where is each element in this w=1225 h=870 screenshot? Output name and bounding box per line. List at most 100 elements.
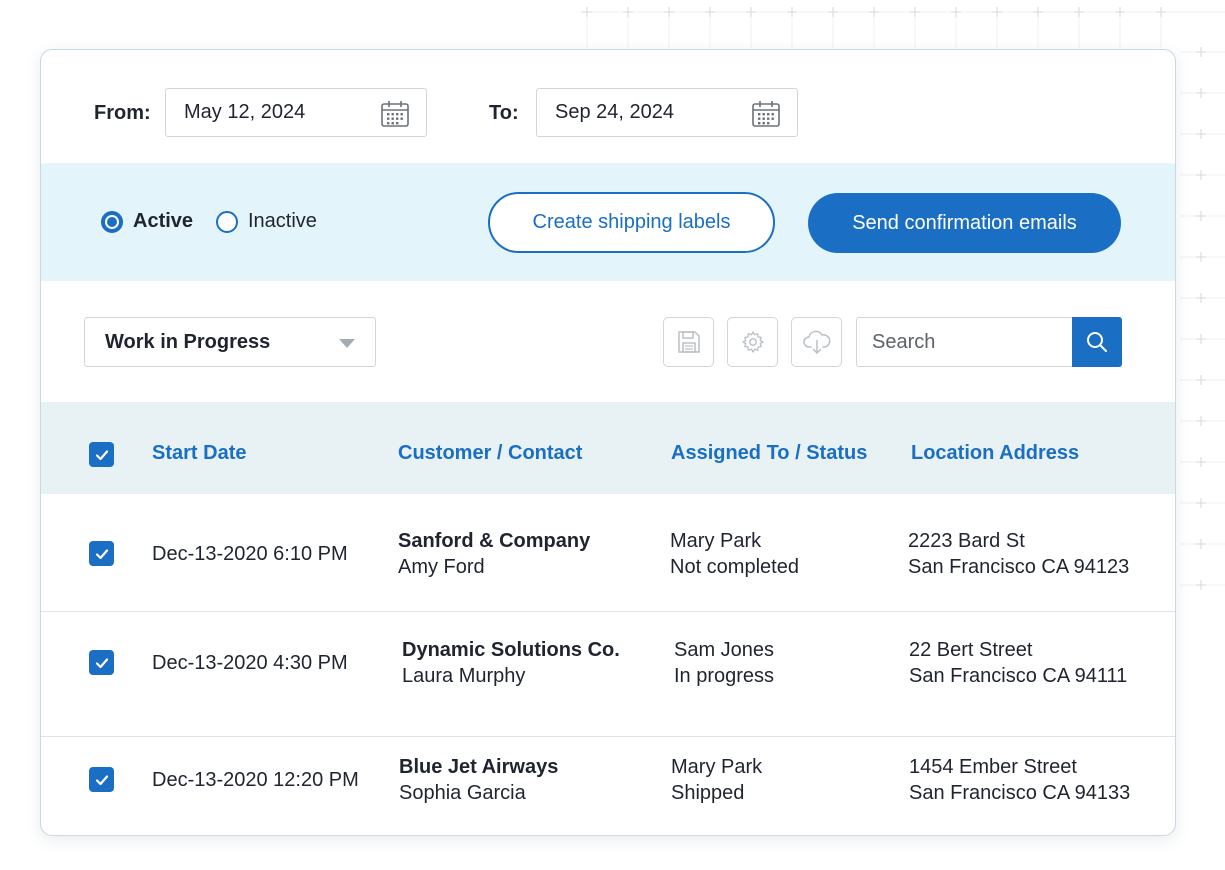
- download-button[interactable]: [791, 317, 842, 367]
- address-line1: 2223 Bard St: [908, 530, 1025, 552]
- row-checkbox[interactable]: [89, 767, 114, 792]
- from-date-field[interactable]: May 12, 2024: [165, 88, 427, 137]
- to-date-field[interactable]: Sep 24, 2024: [536, 88, 798, 137]
- search-button[interactable]: [1072, 317, 1122, 367]
- assigned-cell: Sam Jones In progress: [674, 637, 774, 689]
- address-cell: 1454 Ember Street San Francisco CA 94133: [909, 754, 1130, 806]
- calendar-icon[interactable]: [751, 99, 781, 129]
- grid-plus-mark: [787, 7, 797, 17]
- contact-name: Amy Ford: [398, 556, 485, 578]
- search-input[interactable]: [856, 317, 1073, 367]
- column-header-customer[interactable]: Customer / Contact: [398, 442, 582, 465]
- save-button[interactable]: [663, 317, 714, 367]
- orders-panel: From: May 12, 2024 To: Sep 24, 2024 Acti…: [40, 49, 1176, 836]
- grid-plus-mark: [1156, 7, 1166, 17]
- select-all-checkbox[interactable]: [89, 442, 114, 467]
- address-cell: 2223 Bard St San Francisco CA 94123: [908, 528, 1129, 580]
- to-label: To:: [489, 102, 519, 124]
- column-header-start-date[interactable]: Start Date: [152, 442, 246, 465]
- grid-plus-mark: [582, 7, 592, 17]
- address-cell: 22 Bert Street San Francisco CA 94111: [909, 637, 1127, 689]
- customer-name: Dynamic Solutions Co.: [402, 639, 620, 661]
- grid-plus-mark: [1196, 211, 1206, 221]
- grid-plus-mark: [992, 7, 1002, 17]
- grid-plus-mark: [705, 7, 715, 17]
- grid-plus-mark: [1196, 88, 1206, 98]
- table-header: Start Date Customer / Contact Assigned T…: [41, 402, 1175, 494]
- table-row[interactable]: Dec-13-2020 6:10 PM Sanford & Company Am…: [41, 494, 1175, 612]
- status-text: In progress: [674, 665, 775, 687]
- contact-name: Laura Murphy: [402, 665, 526, 687]
- grid-plus-mark: [664, 7, 674, 17]
- grid-plus-mark: [1196, 293, 1206, 303]
- grid-plus-mark: [1196, 252, 1206, 262]
- check-icon: [95, 449, 108, 460]
- grid-plus-mark: [869, 7, 879, 17]
- column-header-location[interactable]: Location Address: [911, 442, 1079, 465]
- grid-plus-mark: [1196, 170, 1206, 180]
- address-line1: 22 Bert Street: [909, 639, 1033, 661]
- view-select[interactable]: Work in Progress: [84, 317, 376, 367]
- assignee-name: Sam Jones: [674, 639, 775, 661]
- assigned-cell: Mary Park Shipped: [671, 754, 762, 806]
- check-icon: [95, 548, 108, 559]
- grid-plus-mark: [1115, 7, 1125, 17]
- customer-cell: Sanford & Company Amy Ford: [398, 528, 590, 580]
- to-date-value: Sep 24, 2024: [555, 101, 674, 123]
- send-confirmation-emails-button[interactable]: Send confirmation emails: [808, 193, 1121, 253]
- grid-plus-mark: [828, 7, 838, 17]
- grid-plus-mark: [1196, 416, 1206, 426]
- assignee-name: Mary Park: [670, 530, 762, 552]
- customer-cell: Blue Jet Airways Sophia Garcia: [399, 754, 558, 806]
- grid-plus-mark: [1196, 334, 1206, 344]
- customer-cell: Dynamic Solutions Co. Laura Murphy: [402, 637, 620, 689]
- grid-plus-mark: [1074, 7, 1084, 17]
- customer-name: Blue Jet Airways: [399, 756, 559, 778]
- chevron-down-icon: [339, 339, 355, 348]
- radio-selected-icon: [101, 210, 123, 233]
- table-row[interactable]: Dec-13-2020 12:20 PM Blue Jet Airways So…: [41, 737, 1175, 835]
- grid-plus-mark: [746, 7, 756, 17]
- status-text: Not completed: [670, 556, 799, 578]
- assignee-name: Mary Park: [671, 756, 763, 778]
- row-checkbox[interactable]: [89, 541, 114, 566]
- view-select-value: Work in Progress: [105, 330, 271, 353]
- search-icon: [1087, 332, 1107, 352]
- customer-name: Sanford & Company: [398, 530, 591, 552]
- grid-plus-mark: [1196, 457, 1206, 467]
- action-band: Active Inactive Create shipping labels S…: [41, 163, 1175, 281]
- radio-active-label: Active: [133, 210, 194, 232]
- start-date-cell: Dec-13-2020 12:20 PM: [152, 769, 359, 791]
- grid-plus-mark: [1196, 498, 1206, 508]
- start-date-cell: Dec-13-2020 6:10 PM: [152, 543, 348, 565]
- radio-inactive[interactable]: Inactive: [216, 210, 317, 233]
- address-line2: San Francisco CA 94123: [908, 556, 1130, 578]
- grid-plus-mark: [1196, 47, 1206, 57]
- check-icon: [95, 657, 108, 668]
- address-line2: San Francisco CA 94133: [909, 782, 1131, 804]
- table-row[interactable]: Dec-13-2020 4:30 PM Dynamic Solutions Co…: [41, 612, 1175, 737]
- grid-plus-mark: [1033, 7, 1043, 17]
- settings-button[interactable]: [727, 317, 778, 367]
- grid-plus-mark: [623, 7, 633, 17]
- from-date-value: May 12, 2024: [184, 101, 306, 123]
- radio-unselected-icon: [216, 210, 238, 233]
- grid-plus-mark: [1196, 539, 1206, 549]
- address-line1: 1454 Ember Street: [909, 756, 1077, 778]
- column-header-assigned[interactable]: Assigned To / Status: [671, 442, 867, 465]
- calendar-icon[interactable]: [380, 99, 410, 129]
- grid-plus-mark: [951, 7, 961, 17]
- grid-plus-mark: [1196, 129, 1206, 139]
- save-icon: [677, 331, 700, 353]
- grid-plus-mark: [1196, 580, 1206, 590]
- start-date-cell: Dec-13-2020 4:30 PM: [152, 652, 348, 674]
- assigned-cell: Mary Park Not completed: [670, 528, 799, 580]
- settings-gear-icon: [741, 331, 764, 353]
- from-label: From:: [94, 102, 151, 124]
- radio-inactive-label: Inactive: [248, 210, 317, 232]
- create-shipping-labels-button[interactable]: Create shipping labels: [488, 192, 775, 253]
- address-line2: San Francisco CA 94111: [909, 665, 1128, 687]
- cloud-download-icon: [802, 330, 830, 355]
- row-checkbox[interactable]: [89, 650, 114, 675]
- radio-active[interactable]: Active: [101, 210, 193, 233]
